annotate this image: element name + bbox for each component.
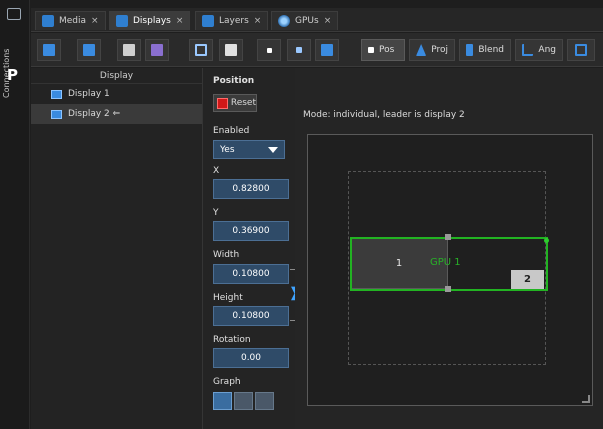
y-field[interactable]: 0.36900 (213, 221, 289, 241)
split-icon (225, 44, 237, 56)
extra-mode-button[interactable] (567, 39, 595, 61)
close-icon[interactable]: × (91, 16, 99, 26)
tab-gpus[interactable]: GPUs × (271, 11, 339, 30)
bottom-handle[interactable] (445, 286, 451, 292)
tab-label: Displays (133, 16, 171, 26)
monitor-button[interactable] (117, 39, 141, 61)
close-icon[interactable]: × (176, 16, 184, 26)
position-properties-panel: Position Reset Enabled Yes X 0.82800 Y 0… (203, 68, 299, 429)
displays-icon (116, 15, 128, 27)
mode-status-text: Mode: individual, leader is display 2 (303, 110, 465, 120)
display-2-rect[interactable]: 2 (511, 270, 544, 289)
tab-bar: Media × Displays × Layers × GPUs × (31, 8, 603, 32)
layers-icon (202, 15, 214, 27)
pos-mode-button[interactable]: Pos (361, 39, 405, 61)
list-item-label: Display 2 ⇐ (68, 109, 121, 119)
display-canvas[interactable]: 1 GPU 1 2 (307, 134, 593, 406)
x-field[interactable]: 0.82800 (213, 179, 289, 199)
proj-label: Proj (431, 45, 448, 55)
tab-displays[interactable]: Displays × (109, 11, 191, 30)
angle-icon (522, 44, 534, 56)
position-heading: Position (213, 76, 255, 86)
top-handle[interactable] (445, 234, 451, 240)
export-button[interactable] (315, 39, 339, 61)
toolbar: Pos Proj Blend Ang (31, 33, 603, 67)
graph-copy-icon[interactable] (213, 392, 232, 410)
ang-mode-button[interactable]: Ang (515, 39, 563, 61)
display-list-header: Display (31, 68, 202, 84)
app-logo-icon: P (7, 66, 18, 84)
width-label: Width (213, 250, 240, 260)
ang-label: Ang (538, 45, 556, 55)
grid-color-icon (151, 44, 163, 56)
rotation-label: Rotation (213, 335, 251, 345)
list-item-display-2[interactable]: Display 2 ⇐ (31, 104, 202, 124)
window-icon[interactable] (7, 8, 21, 20)
y-label: Y (213, 208, 219, 218)
close-icon[interactable]: × (324, 16, 332, 26)
add-display-button[interactable] (77, 39, 101, 61)
close-icon[interactable]: × (254, 16, 262, 26)
tab-label: GPUs (295, 16, 319, 26)
frame-icon (575, 44, 587, 56)
height-label: Height (213, 293, 243, 303)
media-icon (42, 15, 54, 27)
height-field[interactable]: 0.10800 (213, 306, 289, 326)
reset-label: Reset (230, 98, 256, 108)
list-item-label: Display 1 (68, 89, 110, 99)
proj-mode-button[interactable]: Proj (409, 39, 455, 61)
list-view-button[interactable] (37, 39, 61, 61)
blend-mode-button[interactable]: Blend (459, 39, 511, 61)
pos-icon (368, 47, 374, 53)
display-list-panel: Display Display 1 Display 2 ⇐ (31, 68, 203, 429)
grid-color-button[interactable] (145, 39, 169, 61)
tab-label: Media (59, 16, 87, 26)
enabled-select[interactable]: Yes (213, 140, 285, 159)
width-field[interactable]: 0.10800 (213, 264, 289, 284)
rotation-field[interactable]: 0.00 (213, 348, 289, 368)
resize-grip-icon[interactable] (582, 395, 590, 403)
gpu-1-label: GPU 1 (430, 257, 461, 268)
graph-label: Graph (213, 377, 241, 387)
grid-icon (195, 44, 207, 56)
tab-layers[interactable]: Layers × (195, 11, 269, 30)
left-dock-strip: Connections P (0, 0, 30, 429)
graph-paste-icon[interactable] (234, 392, 253, 410)
list-item-display-1[interactable]: Display 1 (31, 84, 202, 104)
pos-label: Pos (379, 45, 395, 55)
add-display-icon (83, 44, 95, 56)
corner-handle[interactable] (544, 238, 549, 243)
graph-reset-icon[interactable] (255, 392, 274, 410)
split-button[interactable] (219, 39, 243, 61)
blend-icon (466, 44, 474, 56)
display-2-label: 2 (524, 274, 531, 285)
export-icon (321, 44, 333, 56)
tab-label: Layers (219, 16, 249, 26)
reset-icon (217, 97, 228, 109)
enabled-value: Yes (220, 144, 235, 155)
point-icon (266, 47, 272, 53)
corner-points-icon (296, 47, 302, 53)
projection-icon (416, 44, 427, 56)
display-icon (51, 109, 62, 119)
tab-media[interactable]: Media × (35, 11, 106, 30)
point-button[interactable] (257, 39, 281, 61)
reset-button[interactable]: Reset (213, 94, 257, 112)
monitor-icon (123, 44, 135, 56)
display-icon (51, 89, 62, 99)
graph-buttons (213, 392, 274, 410)
enabled-label: Enabled (213, 126, 250, 136)
blend-label: Blend (478, 45, 504, 55)
chevron-down-icon (268, 147, 278, 153)
list-icon (43, 44, 55, 56)
grid-button[interactable] (189, 39, 213, 61)
x-label: X (213, 166, 220, 176)
gpu-icon (278, 15, 290, 27)
mapping-view: Mode: individual, leader is display 2 1 … (295, 68, 603, 429)
corner-points-button[interactable] (287, 39, 311, 61)
